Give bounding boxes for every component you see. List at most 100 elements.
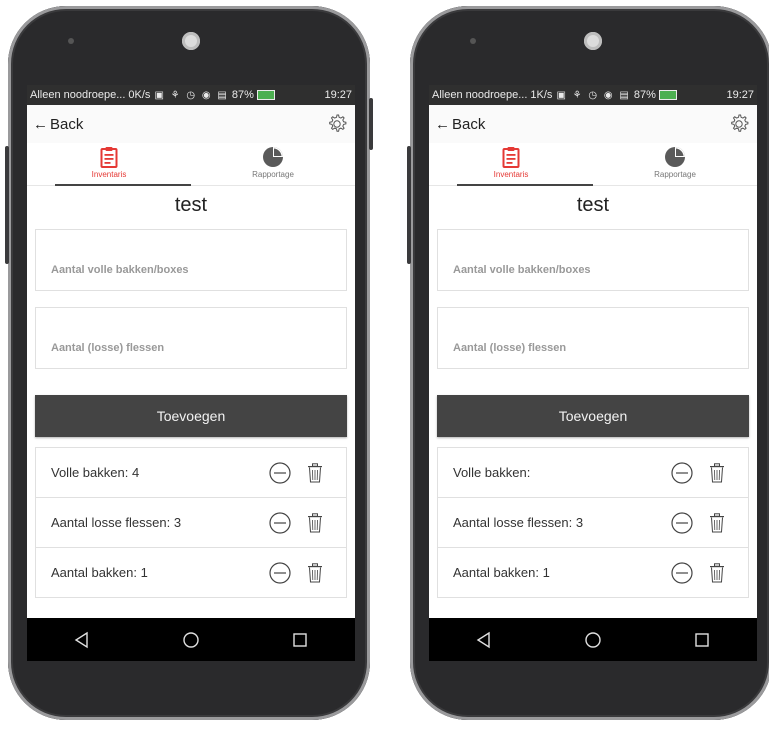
back-label: Back — [50, 115, 84, 133]
minus-circle-icon[interactable] — [671, 461, 693, 484]
nav-recents-button[interactable] — [280, 625, 320, 655]
nav-home-icon — [585, 631, 601, 648]
nav-recents-icon — [695, 632, 710, 647]
list-item: Aantal losse flessen: 3 — [438, 498, 748, 548]
list-item: Aantal losse flessen: 3 — [36, 498, 346, 548]
nav-home-button[interactable] — [171, 625, 211, 655]
back-button[interactable]: ← Back — [435, 116, 485, 133]
back-button[interactable]: ← Back — [33, 116, 83, 133]
clock: 19:27 — [726, 89, 754, 101]
list-item-label: Aantal bakken: 1 — [453, 565, 550, 580]
tab-label: Inventaris — [91, 170, 127, 179]
nav-back-icon — [476, 631, 490, 648]
loose-bottles-input[interactable] — [453, 342, 748, 354]
nav-back-button[interactable] — [62, 625, 102, 655]
trash-icon[interactable] — [307, 462, 323, 483]
phone-2: Alleen noodroepe... 1K/s ▣ ⚘ ◷ ◉ ▤ 87% 1… — [407, 6, 769, 720]
full-crates-field[interactable] — [35, 229, 347, 291]
nav-recents-icon — [293, 632, 308, 647]
status-icons: ▣ ⚘ ◷ ◉ ▤ — [154, 89, 229, 101]
tab-label: Inventaris — [493, 170, 529, 179]
loose-bottles-field[interactable] — [437, 307, 749, 369]
list-item-label: Volle bakken: — [453, 465, 531, 480]
nav-back-button[interactable] — [464, 625, 504, 655]
list-item: Volle bakken: — [438, 448, 748, 498]
full-crates-input[interactable] — [51, 264, 346, 276]
back-label: Back — [452, 115, 486, 133]
trash-icon[interactable] — [307, 512, 323, 533]
earpiece — [68, 38, 74, 44]
network-speed: 0K/s — [128, 89, 151, 101]
list-item-label: Aantal losse flessen: 3 — [453, 515, 584, 530]
full-crates-field[interactable] — [437, 229, 749, 291]
clipboard-icon — [100, 147, 118, 168]
battery-icon — [658, 90, 677, 100]
network-speed: 1K/s — [530, 89, 553, 101]
status-icons: ▣ ⚘ ◷ ◉ ▤ — [556, 89, 631, 101]
inventory-list: Volle bakken: Aantal losse flessen: 3 Aa… — [437, 447, 749, 598]
list-item: Aantal bakken: 1 — [36, 548, 346, 597]
tab-inventaris[interactable]: Inventaris — [429, 143, 593, 186]
tab-label: Rapportage — [654, 170, 696, 179]
battery-icon — [256, 90, 275, 100]
add-button[interactable]: Toevoegen — [35, 395, 347, 437]
carrier-text: Alleen noodroepe... — [30, 89, 126, 101]
tab-inventaris[interactable]: Inventaris — [27, 143, 191, 186]
tab-label: Rapportage — [252, 170, 294, 179]
minus-circle-icon[interactable] — [671, 511, 693, 534]
nav-home-icon — [183, 631, 199, 648]
back-arrow-icon: ← — [33, 115, 48, 133]
nav-back-icon — [74, 631, 88, 648]
nav-bar — [429, 618, 757, 661]
tab-bar: Inventaris Rapportage — [429, 143, 757, 186]
pie-chart-icon — [263, 147, 283, 167]
phone-1: Alleen noodroepe... 0K/s ▣ ⚘ ◷ ◉ ▤ 87% 1… — [5, 6, 373, 720]
list-item: Volle bakken: 4 — [36, 448, 346, 498]
nav-home-button[interactable] — [573, 625, 613, 655]
minus-circle-icon[interactable] — [671, 561, 693, 584]
minus-circle-icon[interactable] — [269, 461, 291, 484]
carrier-text: Alleen noodroepe... — [432, 89, 528, 101]
add-button[interactable]: Toevoegen — [437, 395, 749, 437]
minus-circle-icon[interactable] — [269, 511, 291, 534]
volume-button — [5, 146, 9, 264]
clipboard-icon — [502, 147, 520, 168]
nav-bar — [27, 618, 355, 661]
power-button — [369, 98, 373, 150]
front-camera — [584, 32, 602, 50]
gear-icon[interactable] — [727, 112, 751, 136]
battery-percent: 87% — [633, 89, 656, 101]
list-item-label: Aantal losse flessen: 3 — [51, 515, 182, 530]
clock: 19:27 — [324, 89, 352, 101]
status-bar: Alleen noodroepe... 0K/s ▣ ⚘ ◷ ◉ ▤ 87% 1… — [27, 85, 355, 105]
top-bar: ← Back — [27, 105, 355, 143]
loose-bottles-field[interactable] — [35, 307, 347, 369]
trash-icon[interactable] — [709, 562, 725, 583]
page-title: test — [174, 194, 208, 216]
screen: Alleen noodroepe... 0K/s ▣ ⚘ ◷ ◉ ▤ 87% 1… — [27, 85, 355, 661]
battery-percent: 87% — [231, 89, 254, 101]
list-item: Aantal bakken: 1 — [438, 548, 748, 597]
page-title: test — [576, 194, 610, 216]
tab-bar: Inventaris Rapportage — [27, 143, 355, 186]
back-arrow-icon: ← — [435, 115, 450, 133]
pie-chart-icon — [665, 147, 685, 167]
trash-icon[interactable] — [307, 562, 323, 583]
trash-icon[interactable] — [709, 462, 725, 483]
list-item-label: Aantal bakken: 1 — [51, 565, 148, 580]
earpiece — [470, 38, 476, 44]
status-bar: Alleen noodroepe... 1K/s ▣ ⚘ ◷ ◉ ▤ 87% 1… — [429, 85, 757, 105]
trash-icon[interactable] — [709, 512, 725, 533]
volume-button — [407, 146, 411, 264]
front-camera — [182, 32, 200, 50]
screen: Alleen noodroepe... 1K/s ▣ ⚘ ◷ ◉ ▤ 87% 1… — [429, 85, 757, 661]
list-item-label: Volle bakken: 4 — [51, 465, 140, 480]
loose-bottles-input[interactable] — [51, 342, 346, 354]
full-crates-input[interactable] — [453, 264, 748, 276]
inventory-list: Volle bakken: 4 Aantal losse flessen: 3 — [35, 447, 347, 598]
gear-icon[interactable] — [325, 112, 349, 136]
tab-rapportage[interactable]: Rapportage — [593, 143, 757, 185]
tab-rapportage[interactable]: Rapportage — [191, 143, 355, 185]
nav-recents-button[interactable] — [682, 625, 722, 655]
minus-circle-icon[interactable] — [269, 561, 291, 584]
